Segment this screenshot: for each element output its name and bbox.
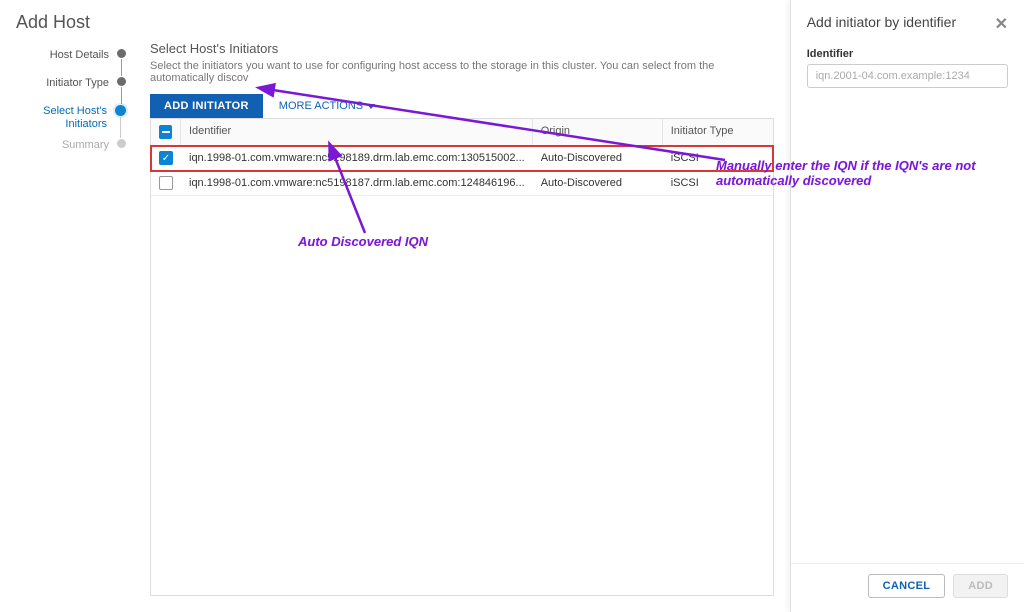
step-connector bbox=[120, 117, 121, 138]
row-origin: Auto-Discovered bbox=[533, 172, 663, 194]
wizard-steps: Host Details Initiator Type Select Host's … bbox=[16, 41, 126, 596]
header-identifier[interactable]: Identifier bbox=[181, 119, 533, 145]
wizard-step[interactable]: Summary bbox=[24, 139, 126, 167]
content-description: Select the initiators you want to use fo… bbox=[150, 60, 774, 84]
row-checkbox[interactable] bbox=[159, 176, 173, 190]
step-dot-icon bbox=[117, 139, 126, 148]
add-button[interactable]: ADD bbox=[953, 574, 1008, 598]
row-checkbox[interactable]: ✓ bbox=[159, 151, 173, 165]
more-actions-dropdown[interactable]: MORE ACTIONS bbox=[279, 100, 375, 112]
initiators-table: Identifier Origin Initiator Type ✓ iqn.19… bbox=[150, 118, 774, 596]
step-dot-icon bbox=[117, 77, 126, 86]
step-dot-icon bbox=[115, 105, 126, 116]
wizard-step[interactable]: Host Details bbox=[24, 49, 126, 77]
step-connector bbox=[121, 59, 122, 76]
step-connector bbox=[121, 87, 122, 104]
identifier-field-label: Identifier bbox=[807, 48, 1008, 60]
step-dot-icon bbox=[117, 49, 126, 58]
row-identifier: iqn.1998-01.com.vmware:nc5198187.drm.lab… bbox=[181, 172, 533, 194]
header-checkbox-cell[interactable] bbox=[151, 119, 181, 145]
header-origin[interactable]: Origin bbox=[533, 119, 663, 145]
table-header-row: Identifier Origin Initiator Type bbox=[151, 118, 773, 146]
content-title: Select Host's Initiators bbox=[150, 41, 774, 56]
row-origin: Auto-Discovered bbox=[533, 147, 663, 169]
wizard-step-label: Select Host's Initiators bbox=[22, 105, 107, 131]
wizard-step-label: Initiator Type bbox=[24, 77, 109, 90]
wizard-step-label: Host Details bbox=[24, 49, 109, 62]
row-checkbox-cell[interactable]: ✓ bbox=[151, 146, 181, 170]
close-icon[interactable]: ✕ bbox=[995, 14, 1008, 34]
more-actions-label: MORE ACTIONS bbox=[279, 100, 363, 112]
header-initiator-type[interactable]: Initiator Type bbox=[663, 119, 773, 145]
wizard-step-label: Summary bbox=[24, 139, 109, 152]
wizard-step[interactable]: Select Host's Initiators bbox=[22, 105, 126, 139]
row-initiator-type: iSCSI bbox=[663, 147, 773, 169]
select-all-checkbox[interactable] bbox=[159, 125, 172, 139]
wizard-title: Add Host bbox=[0, 0, 790, 41]
row-checkbox-cell[interactable] bbox=[151, 171, 181, 195]
row-initiator-type: iSCSI bbox=[663, 172, 773, 194]
panel-title: Add initiator by identifier bbox=[807, 14, 956, 30]
table-body: ✓ iqn.1998-01.com.vmware:nc5198189.drm.la… bbox=[151, 146, 773, 196]
add-initiator-button[interactable]: ADD INITIATOR bbox=[150, 94, 263, 118]
wizard-step[interactable]: Initiator Type bbox=[24, 77, 126, 105]
cancel-button[interactable]: CANCEL bbox=[868, 574, 946, 598]
chevron-down-icon bbox=[367, 104, 375, 109]
identifier-input[interactable] bbox=[807, 64, 1008, 88]
table-row[interactable]: iqn.1998-01.com.vmware:nc5198187.drm.lab… bbox=[151, 171, 773, 196]
add-initiator-panel: Add initiator by identifier ✕ Identifier… bbox=[790, 0, 1024, 612]
row-identifier: iqn.1998-01.com.vmware:nc5198189.drm.lab… bbox=[181, 147, 533, 169]
table-row[interactable]: ✓ iqn.1998-01.com.vmware:nc5198189.drm.la… bbox=[151, 146, 773, 171]
